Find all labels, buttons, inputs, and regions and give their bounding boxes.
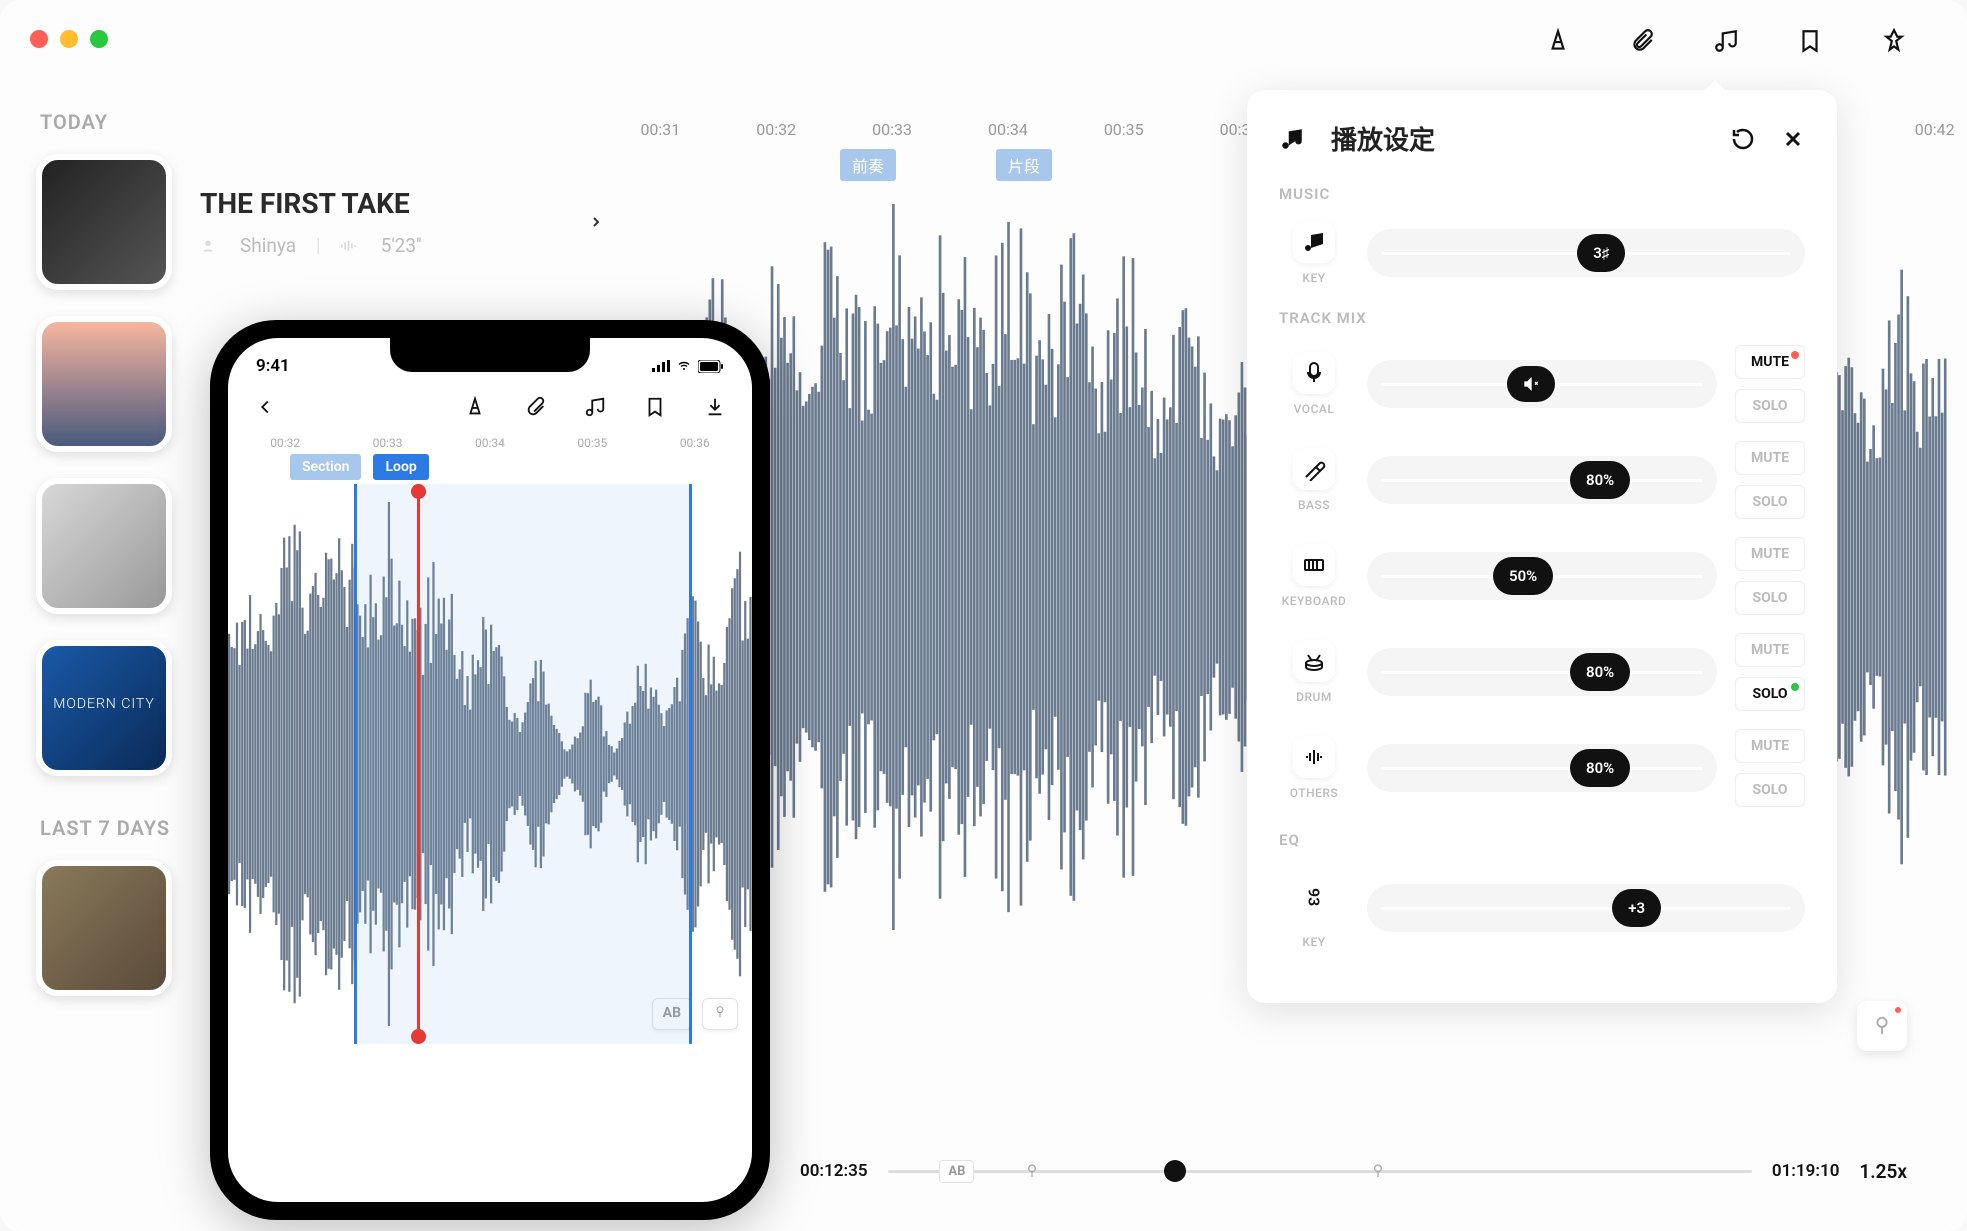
scrub-track[interactable]: AB: [888, 1170, 1752, 1173]
signal-icon: [652, 360, 670, 372]
song-thumbnail: [36, 478, 172, 614]
bass-mute-button[interactable]: MUTE: [1735, 441, 1805, 475]
others-mute-button[interactable]: MUTE: [1735, 729, 1805, 763]
phone-timeline-ruler: 00:32 00:33 00:34 00:35 00:36: [228, 430, 752, 454]
drum-mute-button[interactable]: MUTE: [1735, 633, 1805, 667]
key-icon: [1293, 221, 1335, 263]
vocal-icon: [1293, 352, 1335, 394]
phone-mockup: 9:41 00:32 00:33 00:34 0: [210, 320, 770, 1220]
scrub-bar: 00:12:35 AB 01:19:10 1.25x: [800, 1141, 1907, 1201]
phone-notch: [390, 338, 590, 372]
sidebar-section-today: TODAY: [40, 110, 604, 134]
key-value: 3♯: [1577, 234, 1625, 272]
eq-value: +3: [1612, 889, 1661, 927]
top-toolbar: [1545, 28, 1907, 54]
scrub-playhead[interactable]: [1164, 1160, 1186, 1182]
song-meta: Shinya | 5'23'': [200, 234, 560, 257]
bookmark-icon[interactable]: [644, 396, 666, 418]
music-icon[interactable]: [584, 396, 606, 418]
key-chip[interactable]: [702, 998, 738, 1030]
others-icon: [1293, 736, 1335, 778]
marker-segment[interactable]: 片段: [996, 149, 1052, 181]
metronome-icon[interactable]: [464, 396, 486, 418]
wifi-icon: [676, 360, 692, 372]
window-controls: [30, 30, 108, 48]
panel-title: 播放设定: [1331, 120, 1705, 157]
music-icon: [1279, 126, 1305, 152]
key-slider[interactable]: 3♯: [1367, 229, 1805, 277]
phone-time: 9:41: [256, 356, 290, 376]
scrub-current: 00:12:35: [800, 1161, 868, 1181]
close-window[interactable]: [30, 30, 48, 48]
pin-icon[interactable]: [1881, 28, 1907, 54]
floating-key-button[interactable]: [1857, 1001, 1907, 1051]
eq-key-label: 93: [1302, 867, 1326, 927]
attachment-icon[interactable]: [1629, 28, 1655, 54]
chevron-right-icon: [588, 214, 604, 230]
phone-toolbar: [228, 384, 752, 430]
others-solo-button[interactable]: SOLO: [1735, 773, 1805, 807]
song-artist: Shinya: [240, 234, 296, 257]
maximize-window[interactable]: [90, 30, 108, 48]
song-thumbnail: [36, 154, 172, 290]
eq-slider[interactable]: +3: [1367, 884, 1805, 932]
section-music-label: MUSIC: [1279, 185, 1805, 203]
scrub-key-marker[interactable]: [1017, 1156, 1047, 1186]
drum-slider[interactable]: 80%: [1367, 648, 1717, 696]
ab-marker[interactable]: AB: [939, 1160, 974, 1183]
bass-solo-button[interactable]: SOLO: [1735, 485, 1805, 519]
phone-marker-section[interactable]: Section: [290, 454, 361, 480]
loop-start-handle[interactable]: [354, 484, 357, 1044]
vocal-slider[interactable]: [1367, 360, 1717, 408]
music-icon[interactable]: [1713, 28, 1739, 54]
playback-settings-panel: 播放设定 MUSIC KEY 3♯ TRACK MIX VOCAL: [1247, 90, 1837, 1003]
vocal-mute-button[interactable]: MUTE: [1735, 345, 1805, 379]
bookmark-icon[interactable]: [1797, 28, 1823, 54]
marker-intro[interactable]: 前奏: [840, 149, 896, 181]
attachment-icon[interactable]: [524, 396, 546, 418]
close-icon[interactable]: [1781, 127, 1805, 151]
download-icon[interactable]: [704, 396, 726, 418]
drum-solo-button[interactable]: SOLO: [1735, 677, 1805, 711]
others-slider[interactable]: 80%: [1367, 744, 1717, 792]
phone-playhead[interactable]: [417, 484, 420, 1044]
keyboard-slider[interactable]: 50%: [1367, 552, 1717, 600]
bass-icon: [1293, 448, 1335, 490]
undo-icon[interactable]: [1731, 127, 1755, 151]
section-eq-label: EQ: [1279, 831, 1805, 849]
app-window: TODAY THE FIRST TAKE Shinya | 5'23'' LAS…: [0, 0, 1967, 1231]
scrub-key-marker[interactable]: [1363, 1156, 1393, 1186]
keyboard-mute-button[interactable]: MUTE: [1735, 537, 1805, 571]
keyboard-solo-button[interactable]: SOLO: [1735, 581, 1805, 615]
song-row-current[interactable]: THE FIRST TAKE Shinya | 5'23'': [36, 154, 604, 290]
section-trackmix-label: TRACK MIX: [1279, 309, 1805, 327]
artist-icon: [200, 238, 220, 254]
drum-icon: [1293, 640, 1335, 682]
scrub-total: 01:19:10: [1772, 1161, 1840, 1181]
metronome-icon[interactable]: [1545, 28, 1571, 54]
back-icon[interactable]: [254, 396, 276, 418]
minimize-window[interactable]: [60, 30, 78, 48]
vocal-solo-button[interactable]: SOLO: [1735, 389, 1805, 423]
battery-icon: [698, 360, 724, 373]
phone-waveform[interactable]: AB: [228, 484, 752, 1044]
song-duration: 5'23'': [381, 234, 422, 257]
loop-end-handle[interactable]: [689, 484, 692, 1044]
song-title: THE FIRST TAKE: [200, 187, 560, 220]
song-thumbnail: [36, 316, 172, 452]
waveform-mini-icon: [341, 238, 361, 254]
song-thumbnail: [36, 640, 172, 776]
scrub-speed[interactable]: 1.25x: [1859, 1160, 1907, 1183]
bass-slider[interactable]: 80%: [1367, 456, 1717, 504]
phone-marker-loop[interactable]: Loop: [373, 454, 428, 480]
keyboard-icon: [1293, 544, 1335, 586]
song-thumbnail: [36, 860, 172, 996]
